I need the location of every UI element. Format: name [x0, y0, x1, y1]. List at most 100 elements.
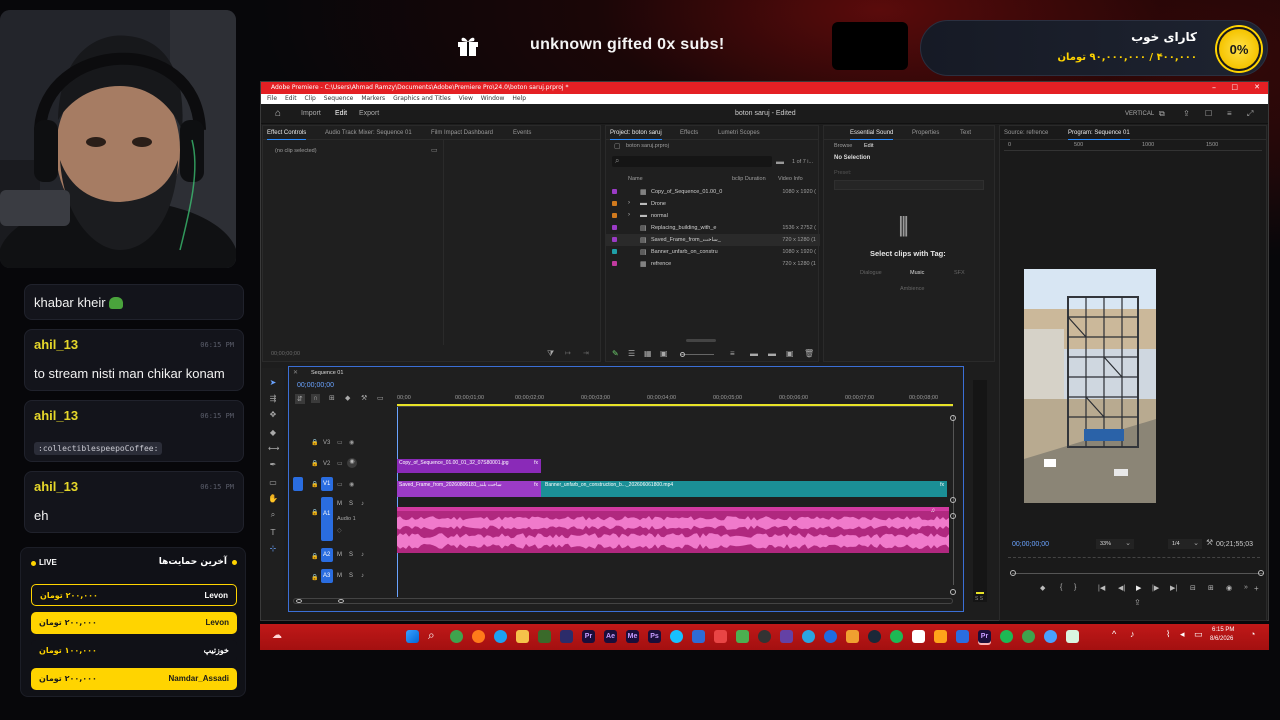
tag-sfx[interactable]: SFX	[954, 270, 965, 276]
add-button-icon[interactable]: +	[1254, 584, 1259, 593]
app-icon[interactable]	[736, 630, 749, 643]
playhead[interactable]	[397, 407, 398, 597]
taskbar-time[interactable]: 6:15 PM	[1212, 627, 1234, 633]
quality-select[interactable]: 1/4 ⌄	[1168, 539, 1202, 549]
extra-tool-icon[interactable]: ⊹	[268, 544, 278, 554]
after-effects-icon[interactable]: Ae	[604, 630, 617, 643]
chat-username[interactable]: ahil_13	[34, 479, 78, 494]
tab-import[interactable]: Import	[301, 110, 321, 117]
menu-markers[interactable]: Markers	[361, 94, 385, 104]
notion-icon[interactable]	[912, 630, 925, 643]
captions-icon[interactable]: ▭	[377, 394, 384, 402]
spotify-icon[interactable]	[890, 630, 903, 643]
app-icon[interactable]	[934, 630, 947, 643]
scroll-end-handle[interactable]	[338, 599, 344, 603]
timeline-ruler[interactable]: 00;00 00;00;01;00 00;00;02;00 00;00;03;0…	[397, 393, 953, 407]
panel-toggle-icon[interactable]: ▭	[431, 146, 438, 154]
workspace-icon[interactable]: ⧉	[1159, 109, 1165, 119]
sync-icon[interactable]: ▭	[337, 460, 343, 467]
app-icon[interactable]	[824, 630, 837, 643]
telegram-icon[interactable]	[802, 630, 815, 643]
bin-item[interactable]: ▤ Replacing_building_with_e 1536 x 2752 …	[606, 222, 820, 234]
sync-icon[interactable]: ▭	[337, 481, 343, 488]
scroll-handle[interactable]	[950, 589, 956, 595]
linked-selection-icon[interactable]: ⊞	[329, 394, 335, 402]
sort-icon[interactable]: ≡	[730, 349, 735, 358]
snap-icon[interactable]: ∩	[311, 394, 321, 403]
menu-icon[interactable]: ≡	[1227, 109, 1232, 118]
bin-item[interactable]: ▦ Copy_of_Sequence_01.00_0 1080 x 1920 (	[606, 186, 820, 198]
menu-file[interactable]: File	[267, 94, 277, 104]
keyframe-icon[interactable]: ◇	[337, 527, 342, 534]
bin-item[interactable]: ▤ Banner_unfarb_on_constru 1080 x 1920 (	[606, 246, 820, 258]
zoom-slider-handle[interactable]	[680, 352, 685, 357]
tab-edit-sound[interactable]: Edit	[864, 143, 873, 149]
column-video-info[interactable]: Video Info	[778, 176, 803, 182]
app-icon[interactable]	[714, 630, 727, 643]
tab-export[interactable]: Export	[359, 110, 379, 117]
app-icon[interactable]	[670, 630, 683, 643]
track-select-icon[interactable]: ⇶	[268, 394, 278, 404]
track-label-v3[interactable]: V3	[323, 440, 330, 446]
lock-icon[interactable]: 🔒	[311, 574, 318, 581]
app-icon[interactable]	[956, 630, 969, 643]
go-to-in-icon[interactable]: |◀	[1098, 584, 1105, 592]
menu-help[interactable]: Help	[512, 94, 526, 104]
scroll-handle[interactable]	[950, 513, 956, 519]
source-patch-v1[interactable]	[293, 477, 303, 491]
selection-tool-icon[interactable]: ➤	[268, 378, 278, 388]
pen-tool-icon[interactable]: ✒	[268, 460, 278, 470]
file-explorer-icon[interactable]	[516, 630, 529, 643]
tab-program-monitor[interactable]: Program: Sequence 01	[1068, 130, 1130, 140]
app-icon[interactable]	[1044, 630, 1057, 643]
slip-tool-icon[interactable]: ⟷	[268, 444, 279, 454]
track-label-a2[interactable]: A2	[323, 552, 330, 558]
wrench-icon[interactable]: ⚒	[1206, 538, 1213, 547]
bin-item[interactable]: › ▬ normal	[606, 210, 820, 222]
tray-chevron-icon[interactable]: ^	[1112, 629, 1116, 639]
tab-properties[interactable]: Properties	[912, 130, 939, 136]
column-duration[interactable]: bclip Duration	[732, 176, 766, 182]
menu-clip[interactable]: Clip	[305, 94, 316, 104]
nest-icon[interactable]: ⇵	[295, 394, 305, 404]
app-icon[interactable]	[560, 630, 573, 643]
search-icon[interactable]: ⌕	[428, 628, 435, 643]
tag-ambience[interactable]: Ambience	[900, 286, 924, 292]
tag-music[interactable]: Music	[910, 270, 924, 276]
app-icon[interactable]	[846, 630, 859, 643]
tab-edit[interactable]: Edit	[335, 110, 347, 117]
track-label-a3[interactable]: A3	[323, 573, 330, 579]
column-name[interactable]: Name	[628, 176, 643, 182]
insert-icon[interactable]: ⊟	[1190, 584, 1196, 592]
app-icon[interactable]	[1000, 630, 1013, 643]
menu-window[interactable]: Window	[481, 94, 505, 104]
window-titlebar[interactable]: Adobe Premiere - C:\Users\Ahmad Ramzy\Do…	[261, 82, 1268, 94]
mute-icon[interactable]: M	[337, 501, 342, 507]
mark-out-icon[interactable]: }	[1074, 584, 1076, 591]
program-timecode[interactable]: 00;00;00;00	[1012, 541, 1049, 548]
timeline-timecode[interactable]: 00;00;00;00	[297, 382, 334, 389]
home-icon[interactable]: ⌂	[275, 108, 281, 119]
go-to-out-icon[interactable]: ▶|	[1170, 584, 1177, 592]
pencil-icon[interactable]: ✎	[612, 349, 619, 358]
lock-icon[interactable]: 🔒	[311, 460, 318, 467]
automate-icon[interactable]: ▬	[750, 349, 758, 358]
bin-item[interactable]: › ▬ Drone	[606, 198, 820, 210]
close-sequence-icon[interactable]: ✕	[293, 369, 298, 376]
weather-icon[interactable]: ☁	[272, 630, 282, 641]
icon-view-icon[interactable]: ▦	[644, 349, 652, 358]
tab-effects[interactable]: Effects	[680, 130, 698, 136]
twitch-icon[interactable]	[780, 630, 793, 643]
timeline-clip-v1[interactable]: Saved_Frame_from_20260806181_ساخت بلند f…	[397, 481, 541, 497]
solo-icon[interactable]: S	[349, 573, 353, 579]
list-view-icon[interactable]: ☰	[628, 349, 635, 358]
solo-icon[interactable]: S	[349, 501, 353, 507]
sync-icon[interactable]: ▭	[337, 439, 343, 446]
chrome-profile-icon[interactable]	[1022, 630, 1035, 643]
tab-audio-mixer[interactable]: Audio Track Mixer: Sequence 01	[325, 130, 412, 136]
bin-item[interactable]: ▤ Saved_Frame_from_ساخت_ 720 x 1280 (1	[606, 234, 820, 246]
app-icon[interactable]	[538, 630, 551, 643]
feedback-icon[interactable]: ☐	[1205, 109, 1212, 118]
eye-icon[interactable]: ◉	[349, 439, 354, 446]
trash-icon[interactable]: 🗑	[804, 349, 814, 358]
